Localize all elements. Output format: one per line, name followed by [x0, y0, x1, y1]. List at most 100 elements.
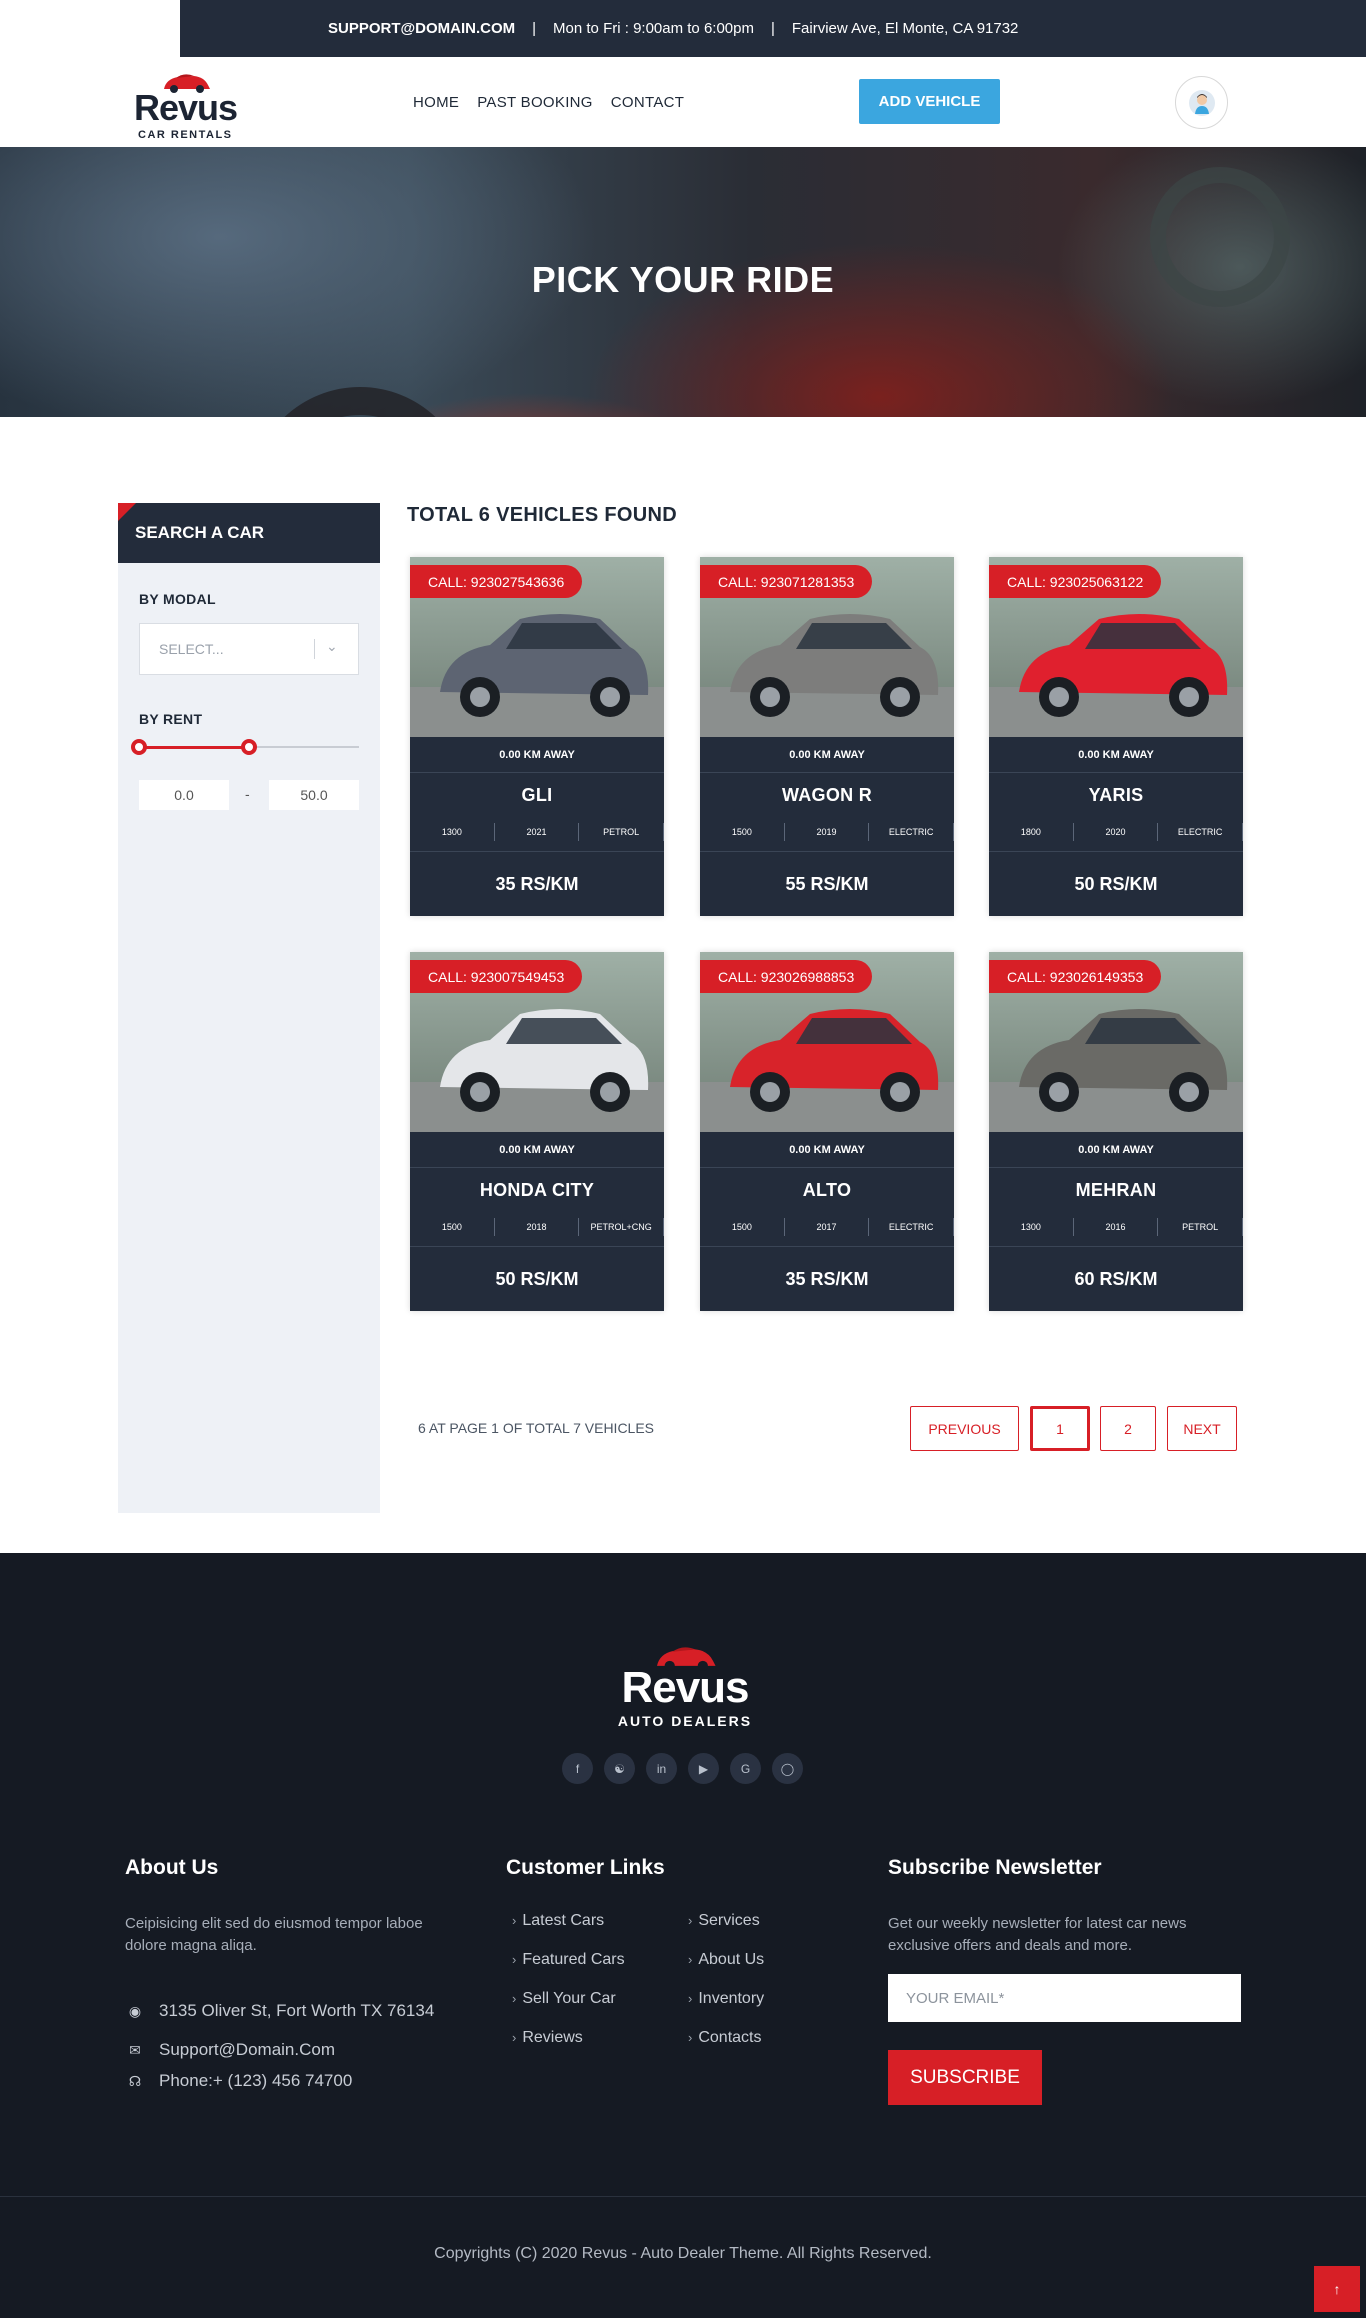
by-modal-label: BY MODAL	[139, 591, 216, 607]
vehicle-distance: 0.00 KM AWAY	[700, 1132, 954, 1168]
vehicle-name[interactable]: GLI	[410, 785, 664, 806]
vehicle-call-badge[interactable]: CALL: 923026988853	[700, 960, 873, 993]
footer-link-featured-cars[interactable]: › Featured Cars	[512, 1951, 625, 1969]
logo-tagline: CAR RENTALS	[138, 129, 233, 141]
vehicle-name[interactable]: ALTO	[700, 1180, 954, 1201]
nav-home[interactable]: HOME	[413, 94, 459, 111]
vehicle-specs: 1300 2021 PETROL	[410, 823, 664, 841]
site-footer: Revus AUTO DEALERS f ☯ in ▶ G ◯ About Us…	[0, 1553, 1366, 2318]
customer-links-heading: Customer Links	[506, 1856, 665, 1879]
vehicle-year: 2016	[1074, 1218, 1159, 1236]
instagram-icon[interactable]: ◯	[772, 1753, 803, 1784]
footer-logo[interactable]: Revus AUTO DEALERS	[615, 1643, 755, 1733]
top-info-bar: SUPPORT@DOMAIN.COM | Mon to Fri : 9:00am…	[0, 0, 1366, 57]
hero-banner: PICK YOUR RIDE	[0, 147, 1366, 417]
vehicle-call-badge[interactable]: CALL: 923007549453	[410, 960, 583, 993]
vehicle-call-badge[interactable]: CALL: 923026149353	[989, 960, 1162, 993]
rent-min-input[interactable]: 0.0	[139, 780, 229, 810]
vehicle-fuel: PETROL	[579, 823, 664, 841]
vehicle-engine-cc: 1500	[700, 1218, 785, 1236]
rent-slider-fill	[139, 746, 249, 749]
chevron-right-icon: ›	[688, 1913, 693, 1928]
footer-link-about-us[interactable]: › About Us	[688, 1951, 764, 1969]
vehicle-card[interactable]: CALL: 923071281353 0.00 KM AWAY WAGON R 150…	[700, 557, 954, 916]
chevron-down-icon[interactable]: ⌄	[326, 638, 338, 655]
vehicle-engine-cc: 1500	[700, 823, 785, 841]
newsletter-text: Get our weekly newsletter for latest car…	[888, 1915, 1187, 1954]
vehicle-distance: 0.00 KM AWAY	[410, 1132, 664, 1168]
facebook-icon[interactable]: f	[562, 1753, 593, 1784]
nav-contact[interactable]: CONTACT	[611, 94, 684, 111]
vehicle-card[interactable]: CALL: 923007549453 0.00 KM AWAY HONDA CITY…	[410, 952, 664, 1311]
topbar-contact-info: SUPPORT@DOMAIN.COM | Mon to Fri : 9:00am…	[328, 0, 1018, 57]
subscribe-button[interactable]: SUBSCRIBE	[888, 2050, 1042, 2105]
rent-max-input[interactable]: 50.0	[269, 780, 359, 810]
next-page-button[interactable]: NEXT	[1167, 1406, 1237, 1451]
vehicle-call-badge[interactable]: CALL: 923025063122	[989, 565, 1162, 598]
google-icon[interactable]: G	[730, 1753, 761, 1784]
user-avatar[interactable]	[1175, 76, 1228, 129]
vehicle-name[interactable]: YARIS	[989, 785, 1243, 806]
topbar-separator: |	[770, 20, 775, 37]
vehicle-name[interactable]: WAGON R	[700, 785, 954, 806]
envelope-icon: ✉	[129, 2041, 141, 2058]
footer-link-inventory[interactable]: › Inventory	[688, 1990, 764, 2008]
add-vehicle-button[interactable]: ADD VEHICLE	[859, 79, 1000, 124]
social-links: f ☯ in ▶ G ◯	[562, 1753, 803, 1784]
footer-link-reviews[interactable]: › Reviews	[512, 2029, 583, 2047]
chevron-right-icon: ›	[512, 1952, 517, 1967]
logo-wordmark: Revus	[134, 87, 238, 128]
vehicle-engine-cc: 1500	[410, 1218, 495, 1236]
youtube-icon[interactable]: ▶	[688, 1753, 719, 1784]
topbar-email[interactable]: SUPPORT@DOMAIN.COM	[328, 20, 515, 37]
previous-page-button[interactable]: PREVIOUS	[910, 1406, 1019, 1451]
footer-email[interactable]: ✉ Support@Domain.Com	[125, 2040, 335, 2060]
vehicle-fuel: PETROL+CNG	[579, 1218, 664, 1236]
modal-select-placeholder: SELECT...	[159, 641, 224, 657]
vehicle-card[interactable]: CALL: 923027543636 0.00 KM AWAY GLI 1300 202…	[410, 557, 664, 916]
vehicle-price: 35 RS/KM	[410, 851, 664, 916]
site-logo[interactable]: Revus CAR RENTALS	[134, 71, 238, 141]
footer-link-services[interactable]: › Services	[688, 1912, 760, 1930]
linkedin-icon[interactable]: in	[646, 1753, 677, 1784]
vehicle-specs: 1500 2017 ELECTRIC	[700, 1218, 954, 1236]
vehicle-call-badge[interactable]: CALL: 923071281353	[700, 565, 873, 598]
vehicle-specs: 1300 2016 PETROL	[989, 1218, 1243, 1236]
newsletter-email-input[interactable]: YOUR EMAIL*	[888, 1974, 1241, 2022]
nav-past-booking[interactable]: PAST BOOKING	[477, 94, 593, 111]
footer-email-text[interactable]: Support@Domain.Com	[159, 2040, 335, 2060]
footer-phone[interactable]: ☊ Phone:+ (123) 456 74700	[125, 2071, 353, 2091]
newsletter-heading: Subscribe Newsletter	[888, 1856, 1102, 1879]
vehicle-distance: 0.00 KM AWAY	[989, 1132, 1243, 1168]
page-2-button[interactable]: 2	[1100, 1406, 1156, 1451]
topbar-hours: Mon to Fri : 9:00am to 6:00pm	[553, 20, 754, 37]
footer-link-latest-cars[interactable]: › Latest Cars	[512, 1912, 604, 1930]
vehicle-card[interactable]: CALL: 923026988853 0.00 KM AWAY ALTO 1500 20…	[700, 952, 954, 1311]
page-1-button[interactable]: 1	[1030, 1406, 1090, 1451]
chevron-right-icon: ›	[688, 1991, 693, 2006]
headphones-icon: ☊	[128, 2072, 142, 2089]
footer-phone-text[interactable]: Phone:+ (123) 456 74700	[159, 2071, 352, 2091]
rent-slider-max-handle[interactable]	[241, 739, 257, 755]
footer-address-text: 3135 Oliver St, Fort Worth TX 76134	[159, 2001, 435, 2020]
vehicle-call-badge[interactable]: CALL: 923027543636	[410, 565, 583, 598]
vehicle-year: 2020	[1074, 823, 1159, 841]
topbar-corner-shape	[0, 0, 180, 57]
user-avatar-icon	[1188, 89, 1215, 116]
vehicle-card[interactable]: CALL: 923025063122 0.00 KM AWAY YARIS 1800 2…	[989, 557, 1243, 916]
vehicle-name[interactable]: MEHRAN	[989, 1180, 1243, 1201]
footer-link-sell-your-car[interactable]: › Sell Your Car	[512, 1990, 616, 2008]
main-header: Revus CAR RENTALS HOME PAST BOOKING CONT…	[0, 57, 1366, 147]
main-nav: HOME PAST BOOKING CONTACT	[413, 57, 684, 147]
footer-logo-wordmark: Revus	[621, 1663, 749, 1712]
results-count-title: TOTAL 6 VEHICLES FOUND	[407, 504, 677, 526]
scroll-to-top-button[interactable]: ↑	[1314, 2266, 1360, 2312]
vehicle-card[interactable]: CALL: 923026149353 0.00 KM AWAY MEHRAN 1300…	[989, 952, 1243, 1311]
modal-select[interactable]: SELECT... ⌄	[139, 623, 359, 675]
footer-link-contacts[interactable]: › Contacts	[688, 2029, 761, 2047]
rent-slider-min-handle[interactable]	[131, 739, 147, 755]
pagination-info: 6 AT PAGE 1 OF TOTAL 7 VEHICLES	[418, 1420, 655, 1436]
twitter-icon[interactable]: ☯	[604, 1753, 635, 1784]
vehicle-name[interactable]: HONDA CITY	[410, 1180, 664, 1201]
vehicle-engine-cc: 1800	[989, 823, 1074, 841]
